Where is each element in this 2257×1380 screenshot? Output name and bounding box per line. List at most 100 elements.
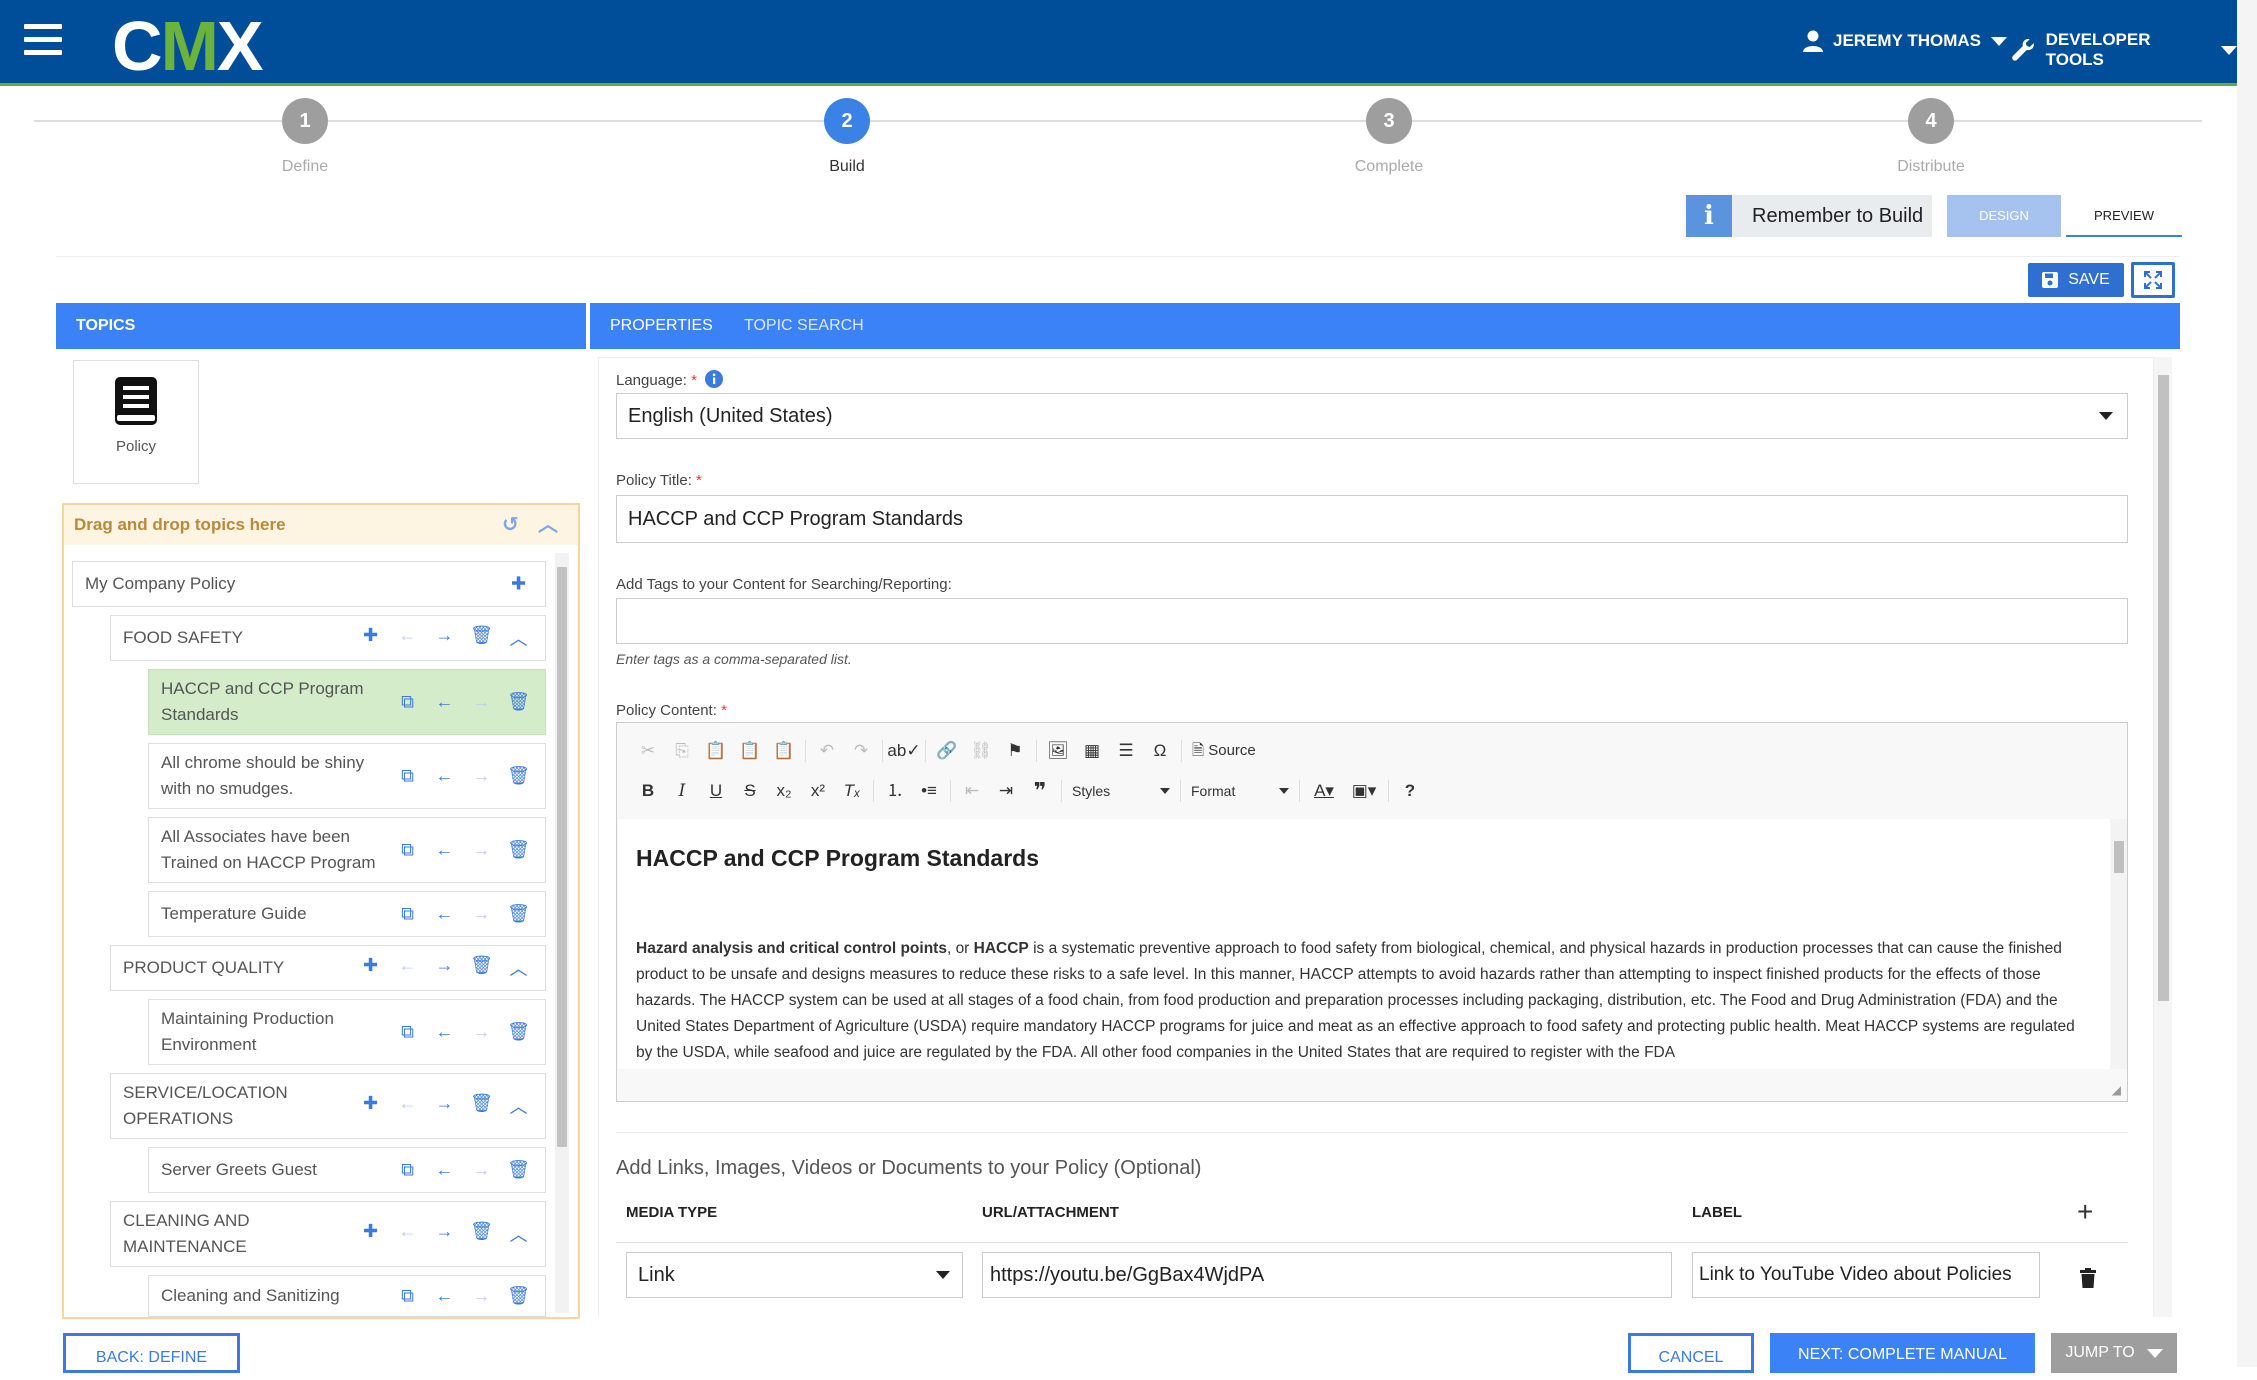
copy-icon[interactable]: ⧉ xyxy=(389,904,426,925)
tree-node-topic[interactable]: HACCP and CCP Program Standards ⧉ ← → 🗑 xyxy=(148,669,546,735)
bulleted-list-icon[interactable]: •≡ xyxy=(912,776,946,806)
remove-format-icon[interactable]: Tₓ xyxy=(835,776,869,806)
help-icon[interactable]: ? xyxy=(1393,776,1427,806)
arrow-right-icon[interactable]: → xyxy=(463,766,500,787)
trash-icon[interactable]: 🗑 xyxy=(500,840,537,861)
link-icon[interactable]: 🔗 xyxy=(930,736,964,766)
tree-node-topic[interactable]: All Associates have been Trained on HACC… xyxy=(148,817,546,883)
paste-word-icon[interactable]: 📋 xyxy=(767,736,801,766)
indent-icon[interactable]: ⇥ xyxy=(989,776,1023,806)
arrow-right-icon[interactable]: → xyxy=(426,625,463,651)
copy-icon[interactable]: ⧉ xyxy=(389,692,426,713)
spellcheck-icon[interactable]: ab✓ xyxy=(887,736,921,766)
arrow-left-icon[interactable]: ← xyxy=(426,692,463,713)
tree-node-topic[interactable]: Maintaining Production Environment ⧉ ← → 🗑 xyxy=(148,999,546,1065)
arrow-right-icon[interactable]: → xyxy=(426,1221,463,1247)
step-define[interactable]: 1 Define xyxy=(245,98,365,176)
arrow-left-icon[interactable]: ← xyxy=(426,840,463,861)
plus-icon[interactable]: ✚ xyxy=(500,574,537,595)
resize-handle-icon[interactable]: ◢ xyxy=(2112,1083,2121,1097)
chevron-up-icon[interactable]: ︿ xyxy=(500,625,537,651)
arrow-left-icon[interactable]: ← xyxy=(426,1160,463,1181)
arrow-right-icon[interactable]: → xyxy=(426,1093,463,1119)
arrow-left-icon[interactable]: ← xyxy=(426,1286,463,1307)
scroll-thumb[interactable] xyxy=(557,567,567,1147)
styles-dropdown[interactable]: Styles xyxy=(1066,777,1176,805)
special-char-icon[interactable]: Ω xyxy=(1143,736,1177,766)
trash-icon[interactable]: 🗑 xyxy=(463,1221,500,1247)
image-icon[interactable]: 🖼 xyxy=(1041,736,1075,766)
arrow-right-icon[interactable]: → xyxy=(463,1286,500,1307)
cut-icon[interactable]: ✂ xyxy=(631,736,665,766)
scroll-thumb[interactable] xyxy=(2158,375,2169,1001)
copy-icon[interactable]: ⧉ xyxy=(389,1022,426,1043)
copy-icon[interactable]: ⧉ xyxy=(389,1160,426,1181)
trash-icon[interactable]: 🗑 xyxy=(500,1286,537,1307)
arrow-right-icon[interactable]: → xyxy=(426,955,463,981)
tree-node-topic[interactable]: Cleaning and Sanitizing ⧉ ← → 🗑 xyxy=(148,1275,546,1317)
trash-icon[interactable] xyxy=(2080,1268,2096,1288)
media-type-select[interactable]: Link xyxy=(626,1252,963,1298)
horizontal-line-icon[interactable]: ☰ xyxy=(1109,736,1143,766)
chevron-up-icon[interactable]: ︿ xyxy=(500,955,537,981)
undo-icon[interactable]: ↺ xyxy=(502,505,519,545)
step-build[interactable]: 2 Build xyxy=(787,98,907,176)
arrow-right-icon[interactable]: → xyxy=(463,840,500,861)
scroll-thumb[interactable] xyxy=(2114,841,2124,873)
media-label-input[interactable]: Link to YouTube Video about Policies xyxy=(1692,1252,2040,1298)
tab-properties[interactable]: PROPERTIES xyxy=(610,303,713,349)
user-menu[interactable]: JEREMY THOMAS xyxy=(1803,30,2007,52)
language-select[interactable]: English (United States) xyxy=(616,393,2128,439)
tree-scrollbar[interactable] xyxy=(555,553,569,1313)
arrow-left-icon[interactable]: ← xyxy=(426,766,463,787)
tree-node-section[interactable]: CLEANING AND MAINTENANCE ✚ ← → 🗑 ︿ xyxy=(110,1201,546,1267)
cancel-button[interactable]: CANCEL xyxy=(1628,1333,1754,1373)
logo[interactable]: CMX xyxy=(112,6,264,86)
paste-icon[interactable]: 📋 xyxy=(699,736,733,766)
step-complete[interactable]: 3 Complete xyxy=(1329,98,1449,176)
strikethrough-icon[interactable]: S xyxy=(733,776,767,806)
chevron-up-icon[interactable]: ︿ xyxy=(538,505,558,545)
copy-icon[interactable]: ⎘ xyxy=(665,736,699,766)
jump-to-button[interactable]: JUMP TO xyxy=(2051,1333,2177,1373)
arrow-left-icon[interactable]: ← xyxy=(426,1022,463,1043)
tree-node-root[interactable]: My Company Policy ✚ xyxy=(72,561,546,607)
topic-dropzone[interactable]: Drag and drop topics here ↺ ︿ My Company… xyxy=(62,503,580,1319)
trash-icon[interactable]: 🗑 xyxy=(500,1160,537,1181)
properties-scrollbar[interactable] xyxy=(2154,357,2172,1317)
arrow-right-icon[interactable]: → xyxy=(463,1022,500,1043)
bold-icon[interactable]: B xyxy=(631,776,665,806)
trash-icon[interactable]: 🗑 xyxy=(463,955,500,981)
copy-icon[interactable]: ⧉ xyxy=(389,1286,426,1307)
plus-icon[interactable]: ✚ xyxy=(352,955,389,981)
chevron-up-icon[interactable]: ︿ xyxy=(500,1221,537,1247)
source-button[interactable]: 🗎 Source xyxy=(1186,736,1262,766)
format-dropdown[interactable]: Format xyxy=(1185,777,1295,805)
add-media-plus-icon[interactable]: + xyxy=(2077,1196,2093,1228)
plus-icon[interactable]: ✚ xyxy=(352,625,389,651)
trash-icon[interactable]: 🗑 xyxy=(500,904,537,925)
table-icon[interactable]: ▦ xyxy=(1075,736,1109,766)
tree-node-section[interactable]: SERVICE/LOCATION OPERATIONS ✚ ← → 🗑 ︿ xyxy=(110,1073,546,1139)
copy-icon[interactable]: ⧉ xyxy=(389,840,426,861)
menu-icon[interactable] xyxy=(24,24,62,60)
superscript-icon[interactable]: x² xyxy=(801,776,835,806)
arrow-left-icon[interactable]: ← xyxy=(389,625,426,651)
trash-icon[interactable]: 🗑 xyxy=(500,1022,537,1043)
policy-tile[interactable]: Policy xyxy=(73,360,199,484)
trash-icon[interactable]: 🗑 xyxy=(500,692,537,713)
subscript-icon[interactable]: x₂ xyxy=(767,776,801,806)
tags-input[interactable] xyxy=(616,598,2128,644)
next-complete-manual-button[interactable]: NEXT: COMPLETE MANUAL xyxy=(1770,1333,2035,1373)
redo-icon[interactable]: ↷ xyxy=(844,736,878,766)
italic-icon[interactable]: I xyxy=(665,776,699,806)
arrow-right-icon[interactable]: → xyxy=(463,904,500,925)
design-tab[interactable]: DESIGN xyxy=(1947,195,2061,237)
tree-node-topic[interactable]: Temperature Guide ⧉ ← → 🗑 xyxy=(148,891,546,937)
plus-icon[interactable]: ✚ xyxy=(352,1221,389,1247)
media-url-input[interactable]: https://youtu.be/GgBax4WjdPA xyxy=(982,1252,1672,1298)
trash-icon[interactable]: 🗑 xyxy=(500,766,537,787)
undo-icon[interactable]: ↶ xyxy=(810,736,844,766)
arrow-left-icon[interactable]: ← xyxy=(426,904,463,925)
editor-content-area[interactable]: HACCP and CCP Program Standards Hazard a… xyxy=(618,819,2110,1069)
